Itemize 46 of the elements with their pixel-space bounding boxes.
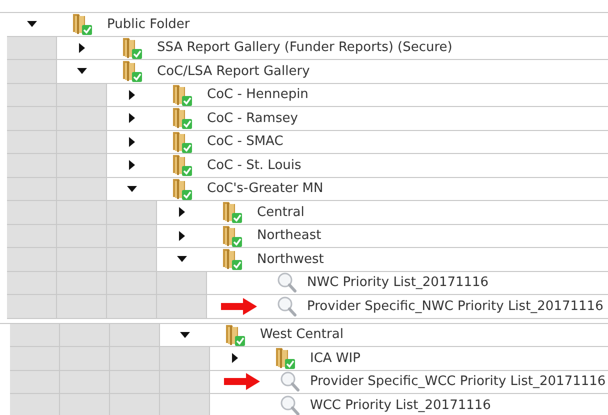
caret-down-icon[interactable] bbox=[27, 21, 37, 28]
caret-right-icon[interactable] bbox=[129, 160, 135, 170]
folder-check-icon bbox=[171, 153, 193, 178]
tree-item-label[interactable]: CoC - Ramsey bbox=[207, 110, 298, 126]
folder-check-icon bbox=[221, 200, 243, 224]
tree-item-label[interactable]: CoC - Hennepin bbox=[207, 87, 308, 102]
caret-right-icon[interactable] bbox=[232, 353, 238, 364]
tree-item-label[interactable]: Northwest bbox=[257, 252, 324, 267]
tree-item-label[interactable]: Northeast bbox=[257, 228, 322, 244]
folder-check-icon bbox=[171, 176, 193, 201]
tree-item-label[interactable]: Provider Specific_WCC Priority List_20171116 bbox=[310, 374, 606, 390]
tree-item-label[interactable]: ICA WIP bbox=[310, 350, 360, 366]
caret-down-icon[interactable] bbox=[180, 332, 190, 338]
folder-check-icon bbox=[171, 130, 193, 154]
tree-item-label[interactable]: CoC's-Greater MN bbox=[207, 181, 324, 196]
magnifier-icon bbox=[277, 272, 297, 294]
folder-check-icon bbox=[121, 36, 143, 60]
tree-item-label[interactable]: Provider Specific_NWC Priority List_20171116 bbox=[307, 298, 604, 314]
caret-right-icon[interactable] bbox=[129, 136, 135, 147]
tree-item-label[interactable]: Central bbox=[257, 204, 304, 220]
folder-check-icon bbox=[71, 12, 93, 36]
caret-right-icon[interactable] bbox=[129, 90, 135, 100]
caret-down-icon[interactable] bbox=[77, 68, 87, 74]
tree-item-label[interactable]: West Central bbox=[260, 327, 344, 342]
folder-check-icon bbox=[171, 106, 193, 130]
tree-item-label[interactable]: CoC - SMAC bbox=[207, 134, 284, 150]
folder-check-icon bbox=[224, 322, 246, 347]
tree-item-label[interactable]: NWC Priority List_20171116 bbox=[307, 275, 489, 290]
magnifier-icon bbox=[280, 371, 300, 392]
folder-check-icon bbox=[221, 224, 243, 248]
caret-down-icon[interactable] bbox=[177, 256, 187, 262]
tree-item-label[interactable]: SSA Report Gallery (Funder Reports) (Secure) bbox=[157, 40, 452, 56]
tree-item-label[interactable]: Public Folder bbox=[107, 16, 190, 32]
caret-right-icon[interactable] bbox=[179, 207, 185, 218]
magnifier-icon bbox=[277, 296, 297, 317]
folder-check-icon bbox=[274, 346, 296, 370]
folder-check-icon bbox=[171, 82, 193, 107]
caret-right-icon[interactable] bbox=[79, 42, 85, 53]
tree-item-label[interactable]: CoC/LSA Report Gallery bbox=[157, 64, 310, 79]
folder-check-icon bbox=[221, 247, 243, 272]
folder-check-icon bbox=[121, 59, 143, 84]
caret-right-icon[interactable] bbox=[179, 230, 185, 241]
tree-item-label[interactable]: CoC - St. Louis bbox=[207, 158, 302, 173]
caret-down-icon[interactable] bbox=[127, 186, 137, 192]
tree-item-label[interactable]: WCC Priority List_20171116 bbox=[310, 398, 491, 413]
caret-right-icon[interactable] bbox=[129, 113, 135, 124]
